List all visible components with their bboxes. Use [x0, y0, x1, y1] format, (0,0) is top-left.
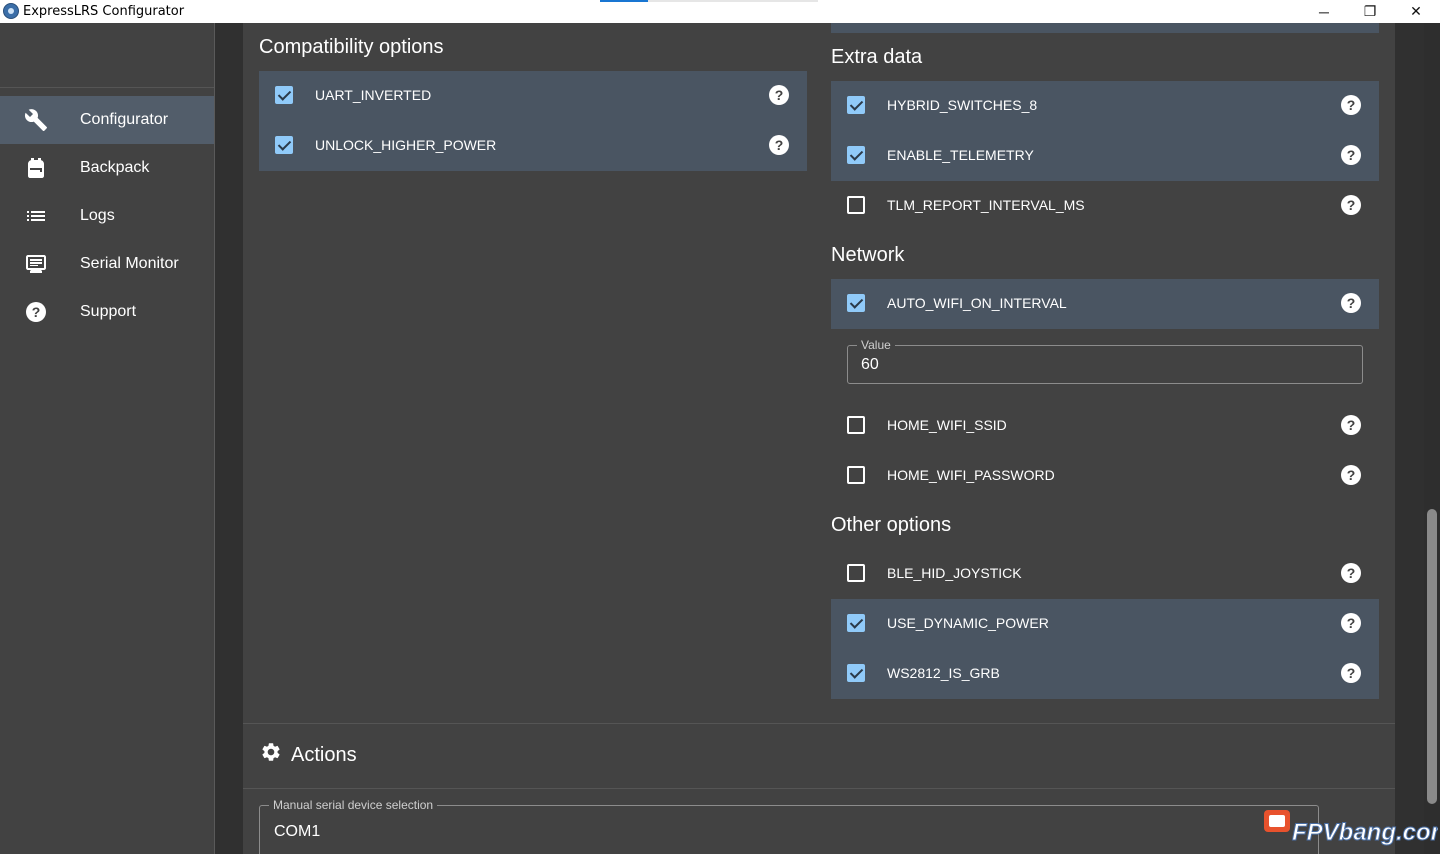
actions-divider: [243, 788, 1395, 789]
option-label: AUTO_WIFI_ON_INTERVAL: [887, 295, 1067, 311]
section-title-extra-data: Extra data: [831, 46, 923, 68]
sidebar-item-support[interactable]: ? Support: [0, 288, 214, 336]
option-label: UNLOCK_HIGHER_POWER: [315, 137, 497, 153]
option-uart-inverted[interactable]: UART_INVERTED ?: [259, 71, 807, 121]
checkbox-checked[interactable]: [275, 136, 293, 154]
list-icon: [24, 204, 48, 228]
checkbox-checked[interactable]: [847, 96, 865, 114]
window-title: ExpressLRS Configurator: [23, 4, 185, 19]
option-auto-wifi-on-interval[interactable]: AUTO_WIFI_ON_INTERVAL ?: [831, 279, 1379, 329]
help-icon[interactable]: ?: [1341, 145, 1361, 165]
checkbox-checked[interactable]: [275, 86, 293, 104]
svg-text:?: ?: [32, 304, 41, 320]
option-ble-hid-joystick[interactable]: BLE_HID_JOYSTICK ?: [831, 549, 1379, 599]
option-enable-telemetry[interactable]: ENABLE_TELEMETRY ?: [831, 131, 1379, 181]
gear-icon: [260, 741, 282, 763]
checkbox-unchecked[interactable]: [847, 564, 865, 582]
sidebar-item-configurator[interactable]: Configurator: [0, 96, 214, 144]
scrollbar-thumb[interactable]: [1427, 509, 1437, 804]
option-label: ENABLE_TELEMETRY: [887, 147, 1034, 163]
option-label: BLE_HID_JOYSTICK: [887, 565, 1022, 581]
checkbox-checked[interactable]: [847, 614, 865, 632]
serial-device-select[interactable]: [259, 805, 1319, 854]
sidebar-item-backpack[interactable]: Backpack: [0, 144, 214, 192]
title-bar: ExpressLRS Configurator ─ ❐ ✕: [0, 0, 1440, 23]
option-ws2812-is-grb[interactable]: WS2812_IS_GRB ?: [831, 649, 1379, 699]
option-unlock-higher-power[interactable]: UNLOCK_HIGHER_POWER ?: [259, 121, 807, 171]
sidebar-item-label: Configurator: [80, 111, 169, 128]
help-icon[interactable]: ?: [769, 85, 789, 105]
value-input-label: Value: [857, 338, 895, 352]
section-title-other-options: Other options: [831, 514, 952, 536]
option-label: UART_INVERTED: [315, 87, 432, 103]
checkbox-checked[interactable]: [847, 294, 865, 312]
sidebar: Configurator Backpack Logs Serial Monito…: [0, 23, 214, 854]
option-label: HOME_WIFI_SSID: [887, 417, 1007, 433]
help-icon[interactable]: ?: [1341, 415, 1361, 435]
value-input-text[interactable]: 60: [861, 356, 879, 374]
serial-device-label: Manual serial device selection: [269, 798, 438, 812]
option-use-dynamic-power[interactable]: USE_DYNAMIC_POWER ?: [831, 599, 1379, 649]
option-tlm-report-interval[interactable]: TLM_REPORT_INTERVAL_MS ?: [831, 181, 1379, 231]
section-title-compatibility: Compatibility options: [259, 36, 444, 58]
section-title-network: Network: [831, 244, 905, 266]
minimize-button[interactable]: ─: [1301, 0, 1347, 23]
title-accent-bar-light: [648, 0, 818, 2]
option-label: TLM_REPORT_INTERVAL_MS: [887, 197, 1085, 213]
help-icon[interactable]: ?: [1341, 293, 1361, 313]
maximize-button[interactable]: ❐: [1347, 0, 1393, 23]
serial-device-value[interactable]: COM1: [274, 823, 320, 841]
close-button[interactable]: ✕: [1393, 0, 1439, 23]
help-icon[interactable]: ?: [1341, 95, 1361, 115]
option-hybrid-switches-8[interactable]: HYBRID_SWITCHES_8 ?: [831, 81, 1379, 131]
wrench-icon: [24, 108, 48, 132]
sidebar-item-label: Logs: [80, 207, 115, 224]
sidebar-border: [214, 23, 215, 854]
monitor-icon: [24, 252, 48, 276]
option-label: WS2812_IS_GRB: [887, 665, 1000, 681]
sidebar-item-label: Backpack: [80, 159, 150, 176]
backpack-icon: [24, 156, 48, 180]
option-home-wifi-password[interactable]: HOME_WIFI_PASSWORD ?: [831, 451, 1379, 501]
value-input[interactable]: [847, 345, 1363, 384]
checkbox-checked[interactable]: [847, 664, 865, 682]
checkbox-unchecked[interactable]: [847, 466, 865, 484]
help-icon[interactable]: ?: [1341, 195, 1361, 215]
help-icon[interactable]: ?: [1341, 613, 1361, 633]
checkbox-unchecked[interactable]: [847, 196, 865, 214]
sidebar-item-serial-monitor[interactable]: Serial Monitor: [0, 240, 214, 288]
sidebar-divider: [0, 87, 214, 88]
svg-text:FPVbang.com: FPVbang.com: [1292, 819, 1438, 846]
help-icon[interactable]: ?: [769, 135, 789, 155]
help-icon[interactable]: ?: [1341, 663, 1361, 683]
help-icon[interactable]: ?: [1341, 563, 1361, 583]
option-home-wifi-ssid[interactable]: HOME_WIFI_SSID ?: [831, 401, 1379, 451]
option-label: HYBRID_SWITCHES_8: [887, 97, 1038, 113]
title-accent-bar: [600, 0, 648, 2]
sidebar-item-label: Support: [80, 303, 137, 320]
option-label: HOME_WIFI_PASSWORD: [887, 467, 1055, 483]
sidebar-item-logs[interactable]: Logs: [0, 192, 214, 240]
help-icon[interactable]: ?: [1341, 465, 1361, 485]
actions-title: Actions: [291, 744, 357, 766]
checkbox-unchecked[interactable]: [847, 416, 865, 434]
checkbox-checked[interactable]: [847, 146, 865, 164]
option-label: USE_DYNAMIC_POWER: [887, 615, 1049, 631]
app-logo-icon: [3, 3, 19, 19]
watermark-logo: FPVbang.com: [1262, 806, 1440, 852]
sidebar-item-label: Serial Monitor: [80, 255, 179, 272]
help-circle-icon: ?: [24, 300, 48, 324]
previous-panel-edge: [831, 23, 1379, 33]
